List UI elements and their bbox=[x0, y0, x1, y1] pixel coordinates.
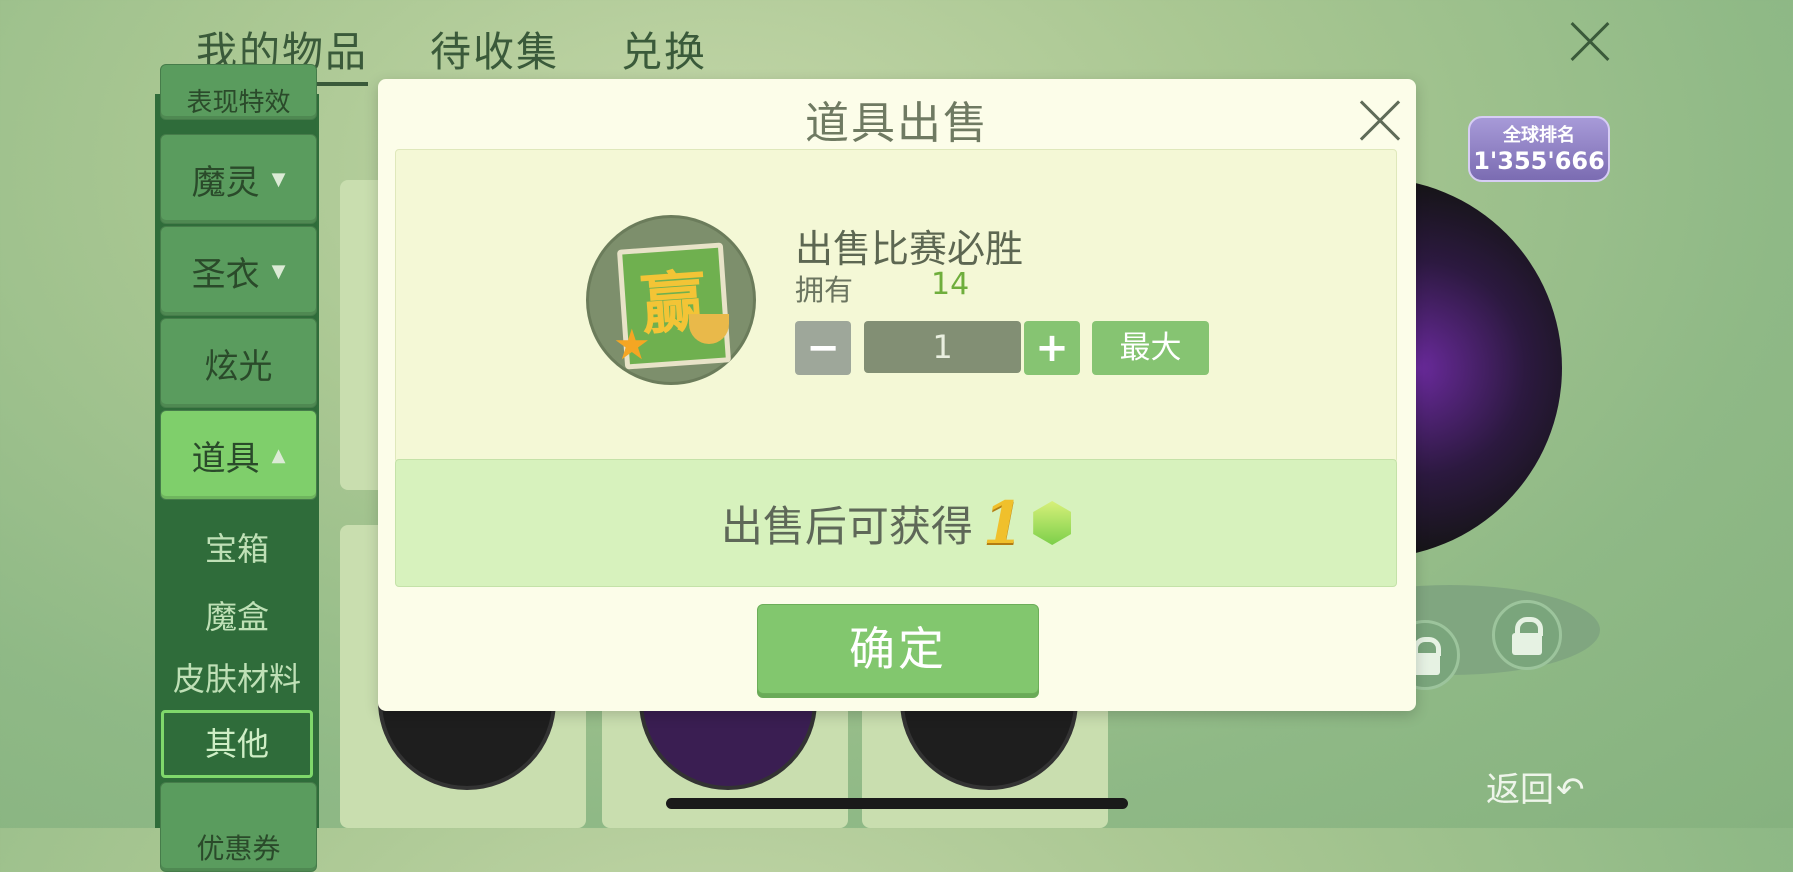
reward-text: 出售后可获得 bbox=[720, 501, 973, 551]
sidebar-item-effects[interactable]: 表现特效 bbox=[160, 64, 317, 120]
global-ranking-badge[interactable]: 全球排名 1'355'666 bbox=[1468, 116, 1610, 182]
sidebar-item-label: 优惠券 bbox=[196, 832, 281, 865]
ranking-value: 1'355'666 bbox=[1473, 147, 1605, 175]
page-close-icon[interactable] bbox=[1568, 20, 1612, 64]
sell-reward-bar: 出售后可获得 1 bbox=[395, 459, 1397, 587]
decrease-quantity-button[interactable]: − bbox=[795, 321, 851, 375]
tab-exchange[interactable]: 兑换 bbox=[621, 18, 707, 86]
owned-label: 拥有 bbox=[795, 273, 854, 307]
star-icon: ★ bbox=[613, 320, 651, 369]
sidebar-item-armor[interactable]: 圣衣 ▼ bbox=[160, 226, 317, 316]
sidebar-item-label: 魔灵 bbox=[191, 162, 260, 203]
item-name: 出售比赛必胜 bbox=[795, 227, 1024, 271]
green-gem-icon bbox=[1033, 501, 1072, 545]
chevron-up-icon: ▲ bbox=[271, 444, 286, 466]
sidebar-item-coupon[interactable]: 优惠券 bbox=[160, 782, 317, 872]
max-quantity-button[interactable]: 最大 bbox=[1092, 321, 1209, 375]
sidebar-item-glow[interactable]: 炫光 bbox=[160, 318, 317, 408]
item-info-panel: 赢 ★ 出售比赛必胜 拥有 14 − 1 + 最大 bbox=[395, 149, 1397, 463]
reward-amount: 1 bbox=[982, 489, 1024, 557]
sidebar-item-spirit[interactable]: 魔灵 ▼ bbox=[160, 134, 317, 224]
sidebar-item-label: 炫光 bbox=[204, 346, 273, 387]
chevron-down-icon: ▼ bbox=[271, 168, 286, 190]
chevron-down-icon: ▼ bbox=[271, 260, 286, 282]
dialog-title: 道具出售 bbox=[805, 98, 989, 149]
tab-to-collect[interactable]: 待收集 bbox=[430, 18, 559, 86]
home-indicator[interactable] bbox=[666, 798, 1128, 809]
sidebar-item-label: 表现特效 bbox=[186, 88, 291, 118]
increase-quantity-button[interactable]: + bbox=[1024, 321, 1080, 375]
sidebar-item-label: 道具 bbox=[191, 438, 260, 479]
owned-count: 14 bbox=[931, 267, 970, 302]
confirm-button[interactable]: 确定 bbox=[757, 604, 1039, 694]
sidebar-subitem-other[interactable]: 其他 bbox=[161, 710, 313, 778]
sidebar-subitem-chest[interactable]: 宝箱 bbox=[155, 524, 319, 570]
lock-icon[interactable] bbox=[1492, 600, 1562, 670]
sidebar-item-props[interactable]: 道具 ▲ bbox=[160, 410, 317, 500]
category-sidebar: 表现特效 魔灵 ▼ 圣衣 ▼ 炫光 道具 ▲ 宝箱 魔盒 皮肤材料 其他 优惠券 bbox=[155, 64, 319, 872]
item-icon: 赢 ★ bbox=[586, 215, 756, 385]
back-button[interactable]: 返回↶ bbox=[1486, 762, 1585, 811]
sidebar-item-label: 圣衣 bbox=[191, 254, 260, 295]
back-label: 返回 bbox=[1486, 770, 1554, 810]
return-arrow-icon: ↶ bbox=[1556, 770, 1585, 810]
sidebar-subitem-magic-box[interactable]: 魔盒 bbox=[155, 592, 319, 638]
close-icon[interactable] bbox=[1358, 99, 1402, 143]
ranking-title: 全球排名 bbox=[1503, 125, 1575, 146]
sell-item-dialog: 道具出售 赢 ★ 出售比赛必胜 拥有 14 − 1 + 最大 出售后可获得 1 … bbox=[378, 79, 1416, 711]
sidebar-subitem-skin-material[interactable]: 皮肤材料 bbox=[155, 654, 319, 700]
quantity-input[interactable]: 1 bbox=[864, 321, 1021, 373]
